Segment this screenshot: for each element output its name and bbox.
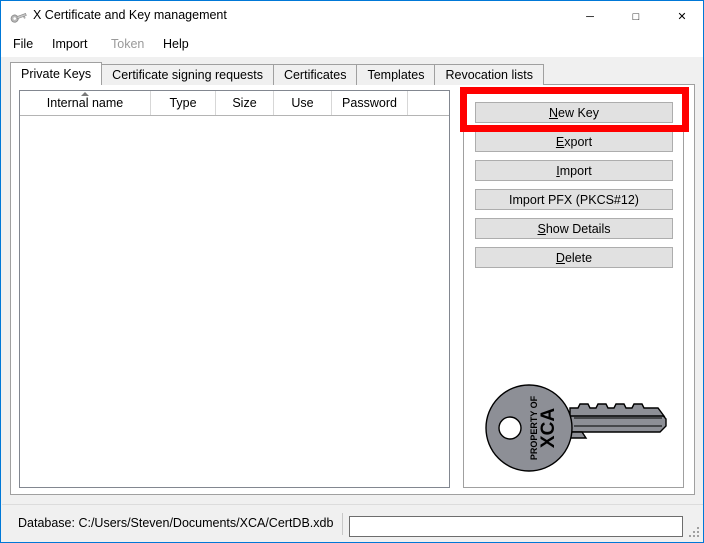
action-button-panel: New Key Export Import Import PFX (PKCS#1… <box>463 90 684 488</box>
key-illustration: PROPERTY OF XCA <box>482 382 668 476</box>
tab-private-keys[interactable]: Private Keys <box>10 62 102 85</box>
import-label: Import <box>556 164 591 178</box>
key-icon <box>10 9 28 25</box>
tab-templates[interactable]: Templates <box>356 64 435 85</box>
close-button[interactable]: ✕ <box>659 1 704 32</box>
column-header-size[interactable]: Size <box>216 91 274 115</box>
central-area: Private Keys Certificate signing request… <box>2 57 704 507</box>
maximize-button[interactable]: □ <box>613 1 659 32</box>
title-bar: X Certificate and Key management ─ □ ✕ <box>1 1 704 32</box>
import-button[interactable]: Import <box>475 160 673 181</box>
menu-item-token: Token <box>105 35 150 53</box>
table-header-row: Internal name Type Size Use Password <box>20 91 449 116</box>
tab-csr[interactable]: Certificate signing requests <box>101 64 274 85</box>
column-header-label: Internal name <box>47 96 123 110</box>
menu-item-help[interactable]: Help <box>157 35 195 53</box>
key-engraving-line2: XCA <box>538 408 559 448</box>
status-separator <box>342 513 343 535</box>
search-input[interactable] <box>349 516 683 537</box>
database-path-label: Database: C:/Users/Steven/Documents/XCA/… <box>18 516 333 530</box>
export-label: Export <box>556 135 592 149</box>
resize-grip[interactable] <box>689 527 701 539</box>
window-controls: ─ □ ✕ <box>567 1 704 32</box>
menu-item-file[interactable]: File <box>7 35 39 53</box>
tab-revocation-lists[interactable]: Revocation lists <box>434 64 544 85</box>
column-header-internal-name[interactable]: Internal name <box>20 91 151 115</box>
import-pfx-button[interactable]: Import PFX (PKCS#12) <box>475 189 673 210</box>
menu-bar: File Import Token Help <box>1 32 704 57</box>
new-key-label: New Key <box>549 106 599 120</box>
delete-label: Delete <box>556 251 592 265</box>
column-header-password[interactable]: Password <box>332 91 408 115</box>
show-details-button[interactable]: Show Details <box>475 218 673 239</box>
status-bar: Database: C:/Users/Steven/Documents/XCA/… <box>2 504 704 541</box>
window-title: X Certificate and Key management <box>33 8 227 22</box>
table-body-empty[interactable] <box>20 116 449 488</box>
column-header-type[interactable]: Type <box>151 91 216 115</box>
sort-ascending-icon <box>81 92 89 96</box>
column-header-use[interactable]: Use <box>274 91 332 115</box>
export-button[interactable]: Export <box>475 131 673 152</box>
import-pfx-label: Import PFX (PKCS#12) <box>509 193 639 207</box>
tab-certificates[interactable]: Certificates <box>273 64 358 85</box>
private-keys-table[interactable]: Internal name Type Size Use Password <box>19 90 450 488</box>
menu-item-import[interactable]: Import <box>46 35 93 53</box>
minimize-button[interactable]: ─ <box>567 1 613 32</box>
show-details-label: Show Details <box>538 222 611 236</box>
delete-button[interactable]: Delete <box>475 247 673 268</box>
column-header-spacer[interactable] <box>408 91 449 115</box>
new-key-button[interactable]: New Key <box>475 102 673 123</box>
xca-main-window: X Certificate and Key management ─ □ ✕ F… <box>0 0 704 543</box>
tab-strip: Private Keys Certificate signing request… <box>10 62 543 85</box>
